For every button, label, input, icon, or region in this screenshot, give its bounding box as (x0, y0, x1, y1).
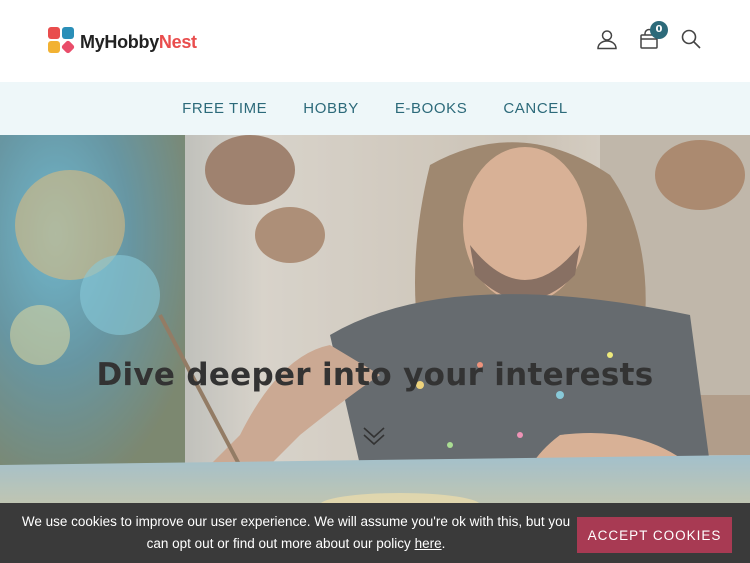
main-nav: FREE TIME HOBBY E-BOOKS CANCEL (0, 82, 750, 135)
hero-overlay (0, 135, 750, 563)
search-icon[interactable] (680, 28, 702, 50)
nav-item-cancel[interactable]: CANCEL (503, 100, 567, 117)
site-header: MyHobbyNest 0 (0, 0, 750, 82)
cookie-policy-link[interactable]: here (415, 536, 442, 551)
logo-text-accent: Nest (158, 31, 197, 52)
cookie-message-end: . (441, 536, 446, 551)
double-chevron-down-icon[interactable] (362, 425, 386, 447)
hero-banner: Dive deeper into your interests (0, 135, 750, 563)
nav-item-free-time[interactable]: FREE TIME (182, 100, 267, 117)
user-icon[interactable] (596, 28, 618, 50)
header-actions: 0 (596, 21, 702, 50)
nav-item-e-books[interactable]: E-BOOKS (395, 100, 468, 117)
logo-text: MyHobbyNest (80, 32, 197, 53)
hero-title: Dive deeper into your interests (96, 357, 654, 393)
nav-item-hobby[interactable]: HOBBY (303, 100, 359, 117)
cart-count-badge: 0 (650, 21, 668, 39)
site-logo[interactable]: MyHobbyNest (48, 27, 197, 57)
cookie-banner: We use cookies to improve our user exper… (0, 503, 750, 563)
cookie-message-text: We use cookies to improve our user exper… (21, 514, 571, 551)
cart-button[interactable]: 0 (638, 21, 668, 50)
logo-text-dark: MyHobby (80, 31, 159, 52)
accept-cookies-button[interactable]: ACCEPT COOKIES (577, 517, 732, 553)
logo-mark-icon (48, 27, 78, 57)
cookie-message: We use cookies to improve our user exper… (18, 511, 574, 555)
